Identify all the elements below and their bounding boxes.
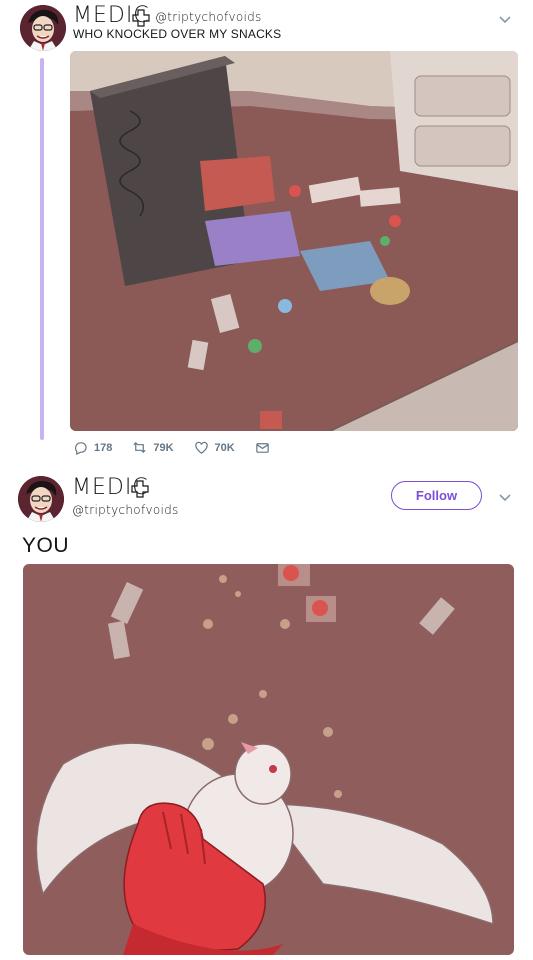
medic-cross-icon: [131, 480, 149, 503]
like-count: 70K: [214, 441, 235, 454]
like-button[interactable]: 70K: [194, 440, 235, 455]
envelope-icon: [256, 443, 269, 453]
retweet-icon: [133, 441, 146, 454]
reply-count: 178: [94, 441, 113, 454]
user-handle[interactable]: @triptychofvoids: [72, 503, 179, 517]
avatar-image: [20, 5, 66, 51]
reply-button[interactable]: 178: [73, 440, 112, 455]
thread-line: [40, 58, 44, 440]
chevron-down-icon[interactable]: [496, 10, 514, 28]
retweet-count: 79K: [153, 441, 174, 454]
tweet-actions: 178 79K 70K: [73, 440, 290, 455]
retweet-button[interactable]: 79K: [132, 440, 174, 455]
tweet-image[interactable]: [70, 51, 518, 431]
reply-icon: [74, 442, 87, 455]
avatar-image: [18, 476, 64, 522]
tweet-image[interactable]: [23, 564, 514, 955]
snacks-illustration: [70, 51, 518, 431]
follow-button[interactable]: Follow: [391, 481, 482, 510]
tweet-text: WHO KNOCKED OVER MY SNACKS: [73, 27, 282, 41]
pigeon-illustration: [23, 564, 514, 955]
avatar[interactable]: [18, 476, 64, 522]
message-button[interactable]: [255, 440, 270, 455]
avatar[interactable]: [20, 5, 66, 51]
tweet-text: YOU: [22, 534, 70, 557]
chevron-down-icon[interactable]: [496, 488, 514, 506]
user-handle[interactable]: @triptychofvoids: [155, 10, 262, 24]
heart-icon: [194, 441, 208, 454]
